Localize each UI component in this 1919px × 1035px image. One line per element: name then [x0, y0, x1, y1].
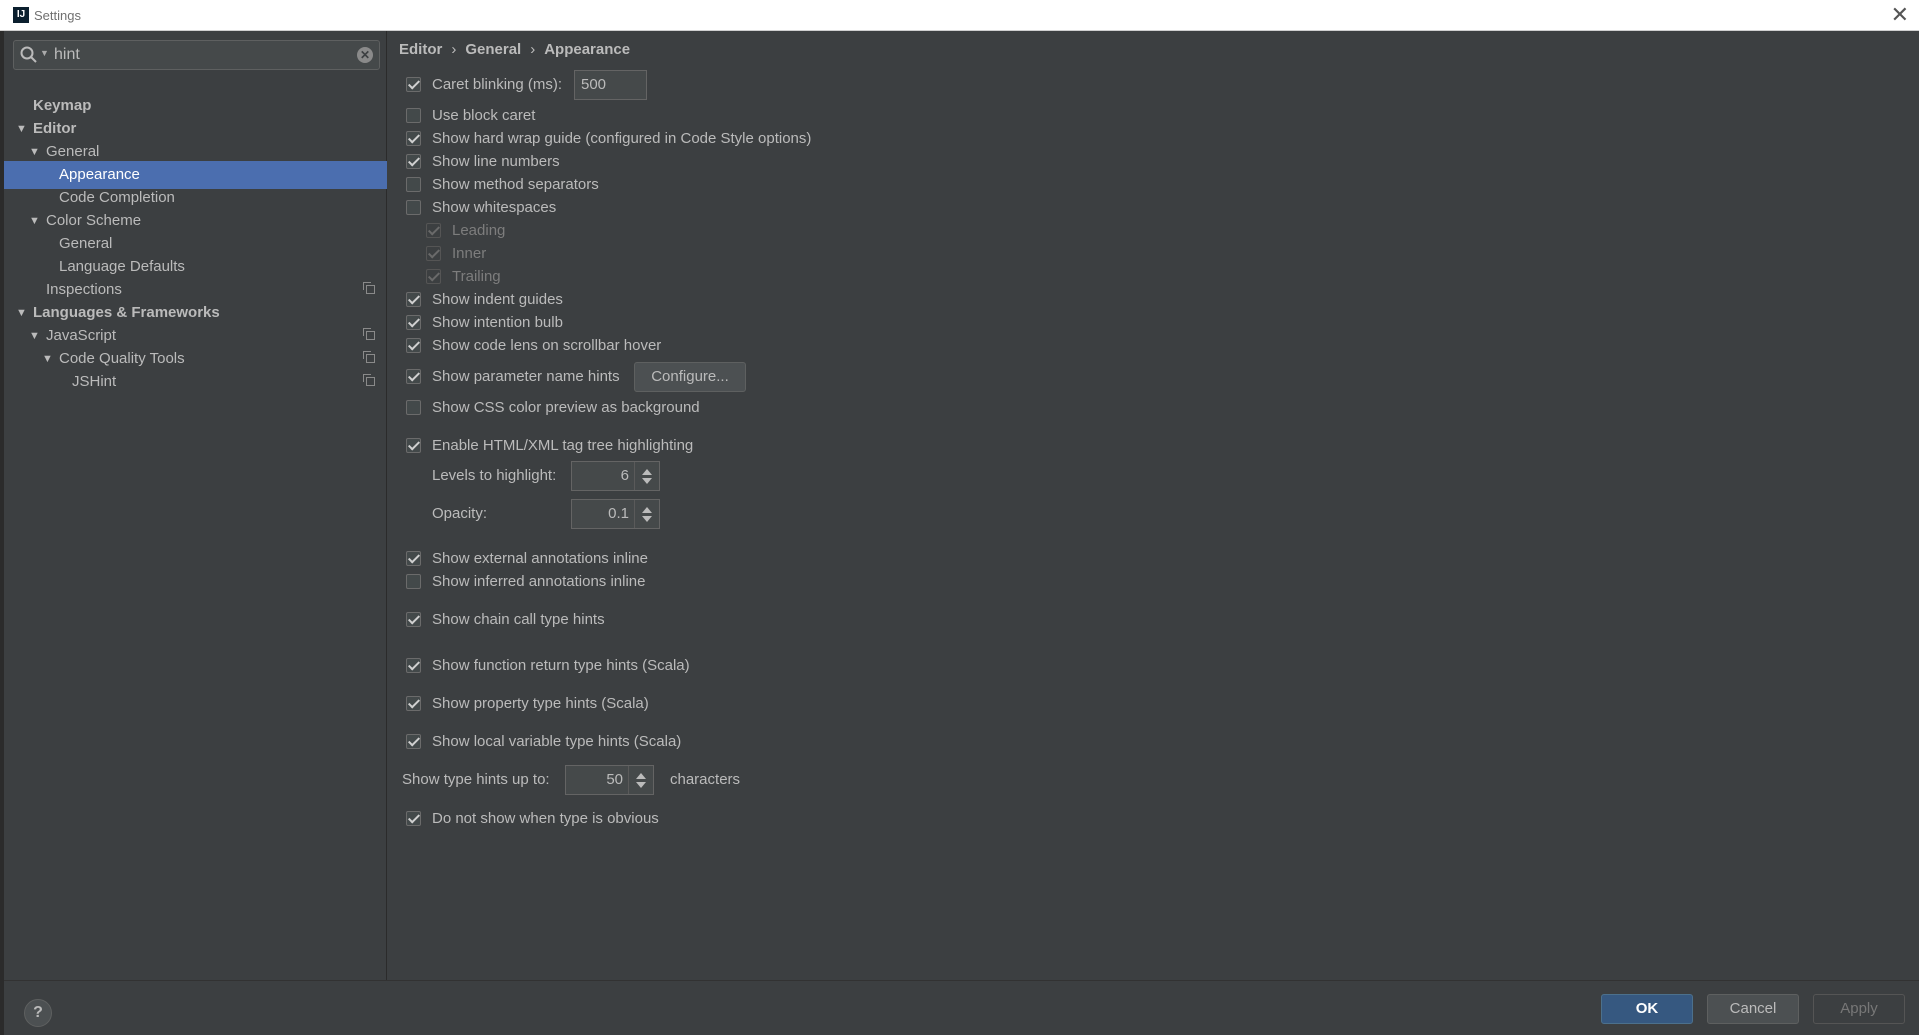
intellij-app-icon: IJ [13, 7, 29, 23]
option-label: Show method separators [432, 176, 599, 193]
configure-button[interactable]: Configure... [634, 362, 746, 392]
tree-item-label: JSHint [72, 373, 117, 390]
spinner-arrows[interactable] [634, 462, 659, 490]
checkbox [426, 246, 441, 261]
caret-blinking-input[interactable]: 500 [574, 70, 647, 100]
option-label: Do not show when type is obvious [432, 810, 659, 827]
caret-blinking-option[interactable]: Caret blinking (ms): [406, 74, 576, 96]
option-label: Show whitespaces [432, 199, 557, 216]
option-label: Show parameter name hints [432, 368, 620, 385]
breadcrumb-general: General [465, 41, 522, 58]
characters-suffix-label: characters [670, 771, 741, 788]
option-label: Enable HTML/XML tag tree highlighting [432, 437, 694, 454]
option-label: Use block caret [432, 107, 536, 124]
checkbox[interactable] [406, 292, 421, 307]
help-button[interactable]: ? [24, 999, 52, 1027]
settings-search-field[interactable]: ▼ hint ✕ [13, 40, 380, 70]
checkbox[interactable] [406, 612, 421, 627]
option-label: Show chain call type hints [432, 611, 605, 628]
project-settings-icon [363, 374, 375, 386]
option-label: Show external annotations inline [432, 550, 648, 567]
checkbox [426, 223, 441, 238]
option-label: Show function return type hints (Scala) [432, 657, 690, 674]
checkbox[interactable] [406, 154, 421, 169]
checkbox[interactable] [406, 696, 421, 711]
checkbox[interactable] [406, 438, 421, 453]
opacity-spinner[interactable]: 0.1 [571, 499, 660, 529]
spinner-value[interactable]: 50 [606, 766, 623, 794]
tree-item-jshint[interactable]: JSHint [4, 368, 387, 396]
option-label: Show code lens on scrollbar hover [432, 337, 662, 354]
clear-search-icon[interactable]: ✕ [357, 47, 373, 63]
spinner-value[interactable]: 6 [621, 462, 629, 490]
decrement-arrow-icon[interactable] [642, 516, 652, 522]
option-label: Show indent guides [432, 291, 563, 308]
spinner-arrows[interactable] [634, 500, 659, 528]
levels-to-highlight-label: Levels to highlight: [432, 467, 557, 484]
ok-button[interactable]: OK [1601, 994, 1693, 1024]
project-settings-icon [363, 351, 375, 363]
levels-to-highlight-spinner[interactable]: 6 [571, 461, 660, 491]
option-label: Trailing [452, 268, 501, 285]
option-label: Show line numbers [432, 153, 560, 170]
option-label: Show hard wrap guide (configured in Code… [432, 130, 812, 147]
option-label: Show CSS color preview as background [432, 399, 700, 416]
checkbox[interactable] [406, 108, 421, 123]
checkbox[interactable] [406, 177, 421, 192]
cancel-button[interactable]: Cancel [1707, 994, 1799, 1024]
checkbox[interactable] [406, 400, 421, 415]
type-hints-length-spinner[interactable]: 50 [565, 765, 654, 795]
increment-arrow-icon[interactable] [642, 469, 652, 475]
title-bar: IJ Settings ✕ [0, 0, 1919, 31]
breadcrumb-appearance: Appearance [544, 41, 631, 58]
breadcrumb-editor: Editor [399, 41, 443, 58]
breadcrumb: Editor › General › Appearance [399, 41, 630, 58]
option-label: Inner [452, 245, 487, 262]
type-hints-up-to-label: Show type hints up to: [402, 771, 550, 788]
breadcrumb-separator: › [451, 41, 457, 58]
settings-sidebar: ▼ hint ✕ Keymap ▼ Editor ▼ General Appea… [4, 31, 387, 980]
project-settings-icon [363, 282, 375, 294]
checkbox[interactable] [406, 338, 421, 353]
checkbox[interactable] [406, 658, 421, 673]
opacity-label: Opacity: [432, 505, 488, 522]
search-input-value[interactable]: hint [54, 46, 80, 64]
checkbox[interactable] [406, 811, 421, 826]
option-label: Show inferred annotations inline [432, 573, 646, 590]
search-history-dropdown-icon[interactable]: ▼ [40, 48, 49, 58]
checkbox[interactable] [406, 551, 421, 566]
option-label: Show property type hints (Scala) [432, 695, 649, 712]
increment-arrow-icon[interactable] [636, 773, 646, 779]
close-icon[interactable]: ✕ [1891, 3, 1909, 27]
dialog-footer: ? OK Cancel Apply [4, 980, 1919, 1035]
checkbox[interactable] [406, 315, 421, 330]
checkbox[interactable] [406, 369, 421, 384]
checkbox[interactable] [406, 131, 421, 146]
checkbox [426, 269, 441, 284]
spinner-arrows[interactable] [628, 766, 653, 794]
caret-blinking-checkbox[interactable] [406, 77, 421, 92]
option-label: Caret blinking (ms): [432, 76, 563, 93]
checkbox[interactable] [406, 734, 421, 749]
checkbox[interactable] [406, 574, 421, 589]
option-label: Show intention bulb [432, 314, 563, 331]
checkbox[interactable] [406, 200, 421, 215]
breadcrumb-separator: › [530, 41, 536, 58]
apply-button[interactable]: Apply [1813, 994, 1905, 1024]
project-settings-icon [363, 328, 375, 340]
window-title: Settings [34, 8, 81, 23]
decrement-arrow-icon[interactable] [642, 478, 652, 484]
appearance-settings-panel: Editor › General › Appearance Caret blinking… [388, 31, 1919, 980]
search-icon [20, 46, 37, 63]
option-label: Leading [452, 222, 506, 239]
increment-arrow-icon[interactable] [642, 507, 652, 513]
spinner-value[interactable]: 0.1 [608, 500, 629, 528]
decrement-arrow-icon[interactable] [636, 782, 646, 788]
option-label: Show local variable type hints (Scala) [432, 733, 682, 750]
